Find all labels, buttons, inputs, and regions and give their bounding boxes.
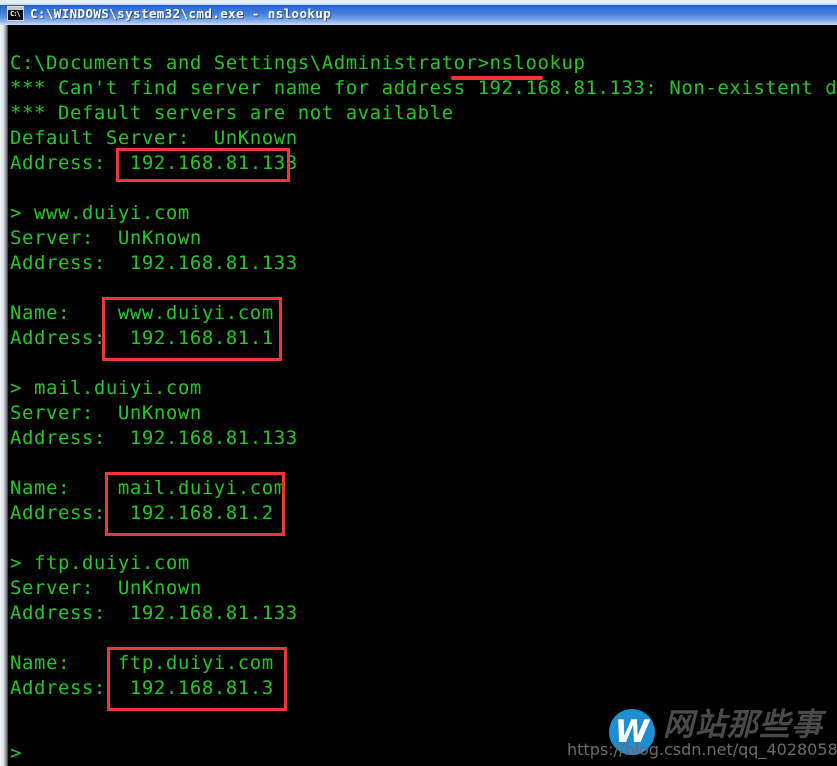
watermark-logo-icon: W xyxy=(609,709,655,755)
watermark: W 网站那些事 https://blog.csdn.net/qq_4028058… xyxy=(567,706,837,766)
console-line-err-cant-find: *** Can't find server name for address 1… xyxy=(10,77,837,99)
console-line-www-server-address: Address: 192.168.81.133 xyxy=(10,252,298,274)
console-line-www-address: Address: 192.168.81.1 xyxy=(10,327,274,349)
console-line-query-mail: > mail.duiyi.com xyxy=(10,377,202,399)
console-line-mail-server-address: Address: 192.168.81.133 xyxy=(10,427,298,449)
console-line-ftp-name: Name: ftp.duiyi.com xyxy=(10,652,274,674)
console-line-ftp-address: Address: 192.168.81.3 xyxy=(10,677,274,699)
watermark-brand-text: 网站那些事 xyxy=(663,707,823,743)
cmd-icon-prompt: C:\ xyxy=(10,10,21,18)
titlebar-sheen xyxy=(0,2,837,5)
console-line-www-server: Server: UnKnown xyxy=(10,227,202,249)
watermark-logo-letter: W xyxy=(614,713,650,750)
window-left-border xyxy=(0,25,8,766)
console-line-mail-name: Name: mail.duiyi.com xyxy=(10,477,286,499)
console-line-mail-server: Server: UnKnown xyxy=(10,402,202,424)
window-titlebar[interactable]: C:\ C:\WINDOWS\system32\cmd.exe - nslook… xyxy=(0,0,837,25)
console-line-default-server: Default Server: UnKnown xyxy=(10,127,298,149)
console-line-query-www: > www.duiyi.com xyxy=(10,202,190,224)
console-line-prompt-nslookup: C:\Documents and Settings\Administrator>… xyxy=(10,52,586,74)
window-title: C:\WINDOWS\system32\cmd.exe - nslookup xyxy=(30,6,332,21)
console-line-err-default-servers: *** Default servers are not available xyxy=(10,102,454,124)
cmd-exe-icon[interactable]: C:\ xyxy=(7,6,24,21)
console-line-ftp-server: Server: UnKnown xyxy=(10,577,202,599)
console-line-query-ftp: > ftp.duiyi.com xyxy=(10,552,190,574)
console-output-area[interactable]: C:\Documents and Settings\Administrator>… xyxy=(10,25,837,766)
console-line-ftp-server-address: Address: 192.168.81.133 xyxy=(10,602,298,624)
console-line-default-address: Address: 192.168.81.133 xyxy=(10,152,298,174)
console-line-mail-address: Address: 192.168.81.2 xyxy=(10,502,274,524)
cmd-window: C:\ C:\WINDOWS\system32\cmd.exe - nslook… xyxy=(0,0,837,766)
console-line-www-name: Name: www.duiyi.com xyxy=(10,302,274,324)
console-line-final-prompt: > xyxy=(10,742,22,764)
watermark-url-text: https://blog.csdn.net/qq_40280582 xyxy=(567,740,837,759)
